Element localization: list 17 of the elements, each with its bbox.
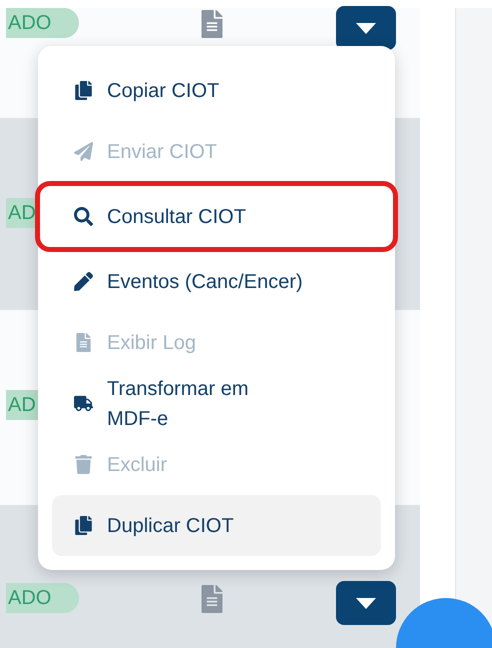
caret-icon (356, 22, 376, 34)
menu-item[interactable]: Copiar CIOT (52, 60, 381, 121)
truck-icon (74, 394, 93, 413)
menu-item[interactable]: Duplicar CIOT (52, 495, 381, 556)
copy-icon (74, 81, 93, 100)
status-badge: ADO (6, 8, 80, 38)
dropdown-button[interactable] (336, 581, 396, 625)
search-icon (74, 207, 93, 226)
pencil-icon (74, 272, 93, 291)
status-badge: ADO (6, 583, 80, 613)
copy-icon (74, 516, 93, 535)
menu-item[interactable]: Eventos (Canc/Encer) (52, 251, 381, 312)
caret-icon (356, 598, 376, 608)
document-icon (74, 333, 93, 352)
dropdown-button[interactable] (336, 6, 396, 50)
paper-plane-icon (74, 142, 93, 161)
trash-icon (74, 455, 93, 474)
